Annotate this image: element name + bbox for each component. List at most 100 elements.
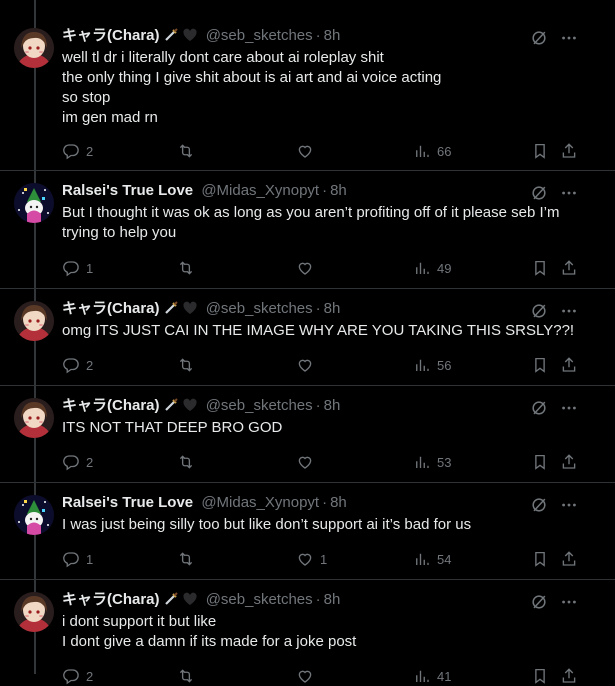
more-options-icon[interactable] <box>559 592 579 612</box>
tweet-top-actions <box>529 495 579 515</box>
grok-icon[interactable] <box>529 183 549 203</box>
like-button[interactable] <box>296 141 320 161</box>
reply-count: 2 <box>86 454 94 470</box>
share-button[interactable] <box>560 452 578 472</box>
reply-icon <box>62 259 80 277</box>
bookmark-button[interactable] <box>531 666 549 686</box>
avatar[interactable] <box>14 301 54 341</box>
share-button[interactable] <box>560 258 578 278</box>
reply-icon <box>62 550 80 568</box>
share-button[interactable] <box>560 141 578 161</box>
more-options-icon[interactable] <box>559 183 579 203</box>
timestamp[interactable]: 8h <box>324 27 341 44</box>
reply-count: 2 <box>86 668 94 684</box>
display-name[interactable]: Ralsei's True Love <box>62 494 193 511</box>
avatar[interactable] <box>14 28 54 68</box>
bookmark-icon <box>531 356 549 374</box>
views-button[interactable]: 41 <box>413 666 451 686</box>
share-icon <box>560 142 578 160</box>
bookmark-button[interactable] <box>531 141 549 161</box>
avatar[interactable] <box>14 398 54 438</box>
avatar[interactable] <box>14 183 54 223</box>
like-button[interactable] <box>296 452 320 472</box>
views-button[interactable]: 53 <box>413 452 451 472</box>
repost-icon <box>177 142 195 160</box>
tweet-top-actions <box>529 592 579 612</box>
black-heart-emoji-icon <box>182 398 197 411</box>
views-button[interactable]: 54 <box>413 549 451 569</box>
bookmark-button[interactable] <box>531 355 549 375</box>
user-handle[interactable]: @seb_sketches <box>206 397 313 414</box>
share-button[interactable] <box>560 666 578 686</box>
grok-icon[interactable] <box>529 28 549 48</box>
separator-dot: · <box>322 494 328 511</box>
reply-button[interactable]: 1 <box>62 549 93 569</box>
share-button[interactable] <box>560 355 578 375</box>
more-options-icon[interactable] <box>559 398 579 418</box>
more-options-icon[interactable] <box>559 301 579 321</box>
reply-button[interactable]: 2 <box>62 141 93 161</box>
display-name[interactable]: Ralsei's True Love <box>62 182 193 199</box>
display-name[interactable]: キャラ(Chara) <box>62 300 160 317</box>
repost-button[interactable] <box>177 355 201 375</box>
heart-icon <box>296 550 314 568</box>
avatar[interactable] <box>14 495 54 535</box>
heart-icon <box>296 142 314 160</box>
display-name[interactable]: キャラ(Chara) <box>62 397 160 414</box>
timestamp[interactable]: 8h <box>330 494 347 511</box>
reply-button[interactable]: 2 <box>62 666 93 686</box>
grok-icon[interactable] <box>529 592 549 612</box>
bookmark-button[interactable] <box>531 258 549 278</box>
user-handle[interactable]: @seb_sketches <box>206 591 313 608</box>
grok-icon[interactable] <box>529 495 549 515</box>
avatar[interactable] <box>14 592 54 632</box>
view-count: 66 <box>437 143 452 159</box>
reply-icon <box>62 667 80 685</box>
more-options-icon[interactable] <box>559 495 579 515</box>
black-heart-emoji-icon <box>182 592 197 605</box>
user-handle[interactable]: @Midas_Xynopyt <box>201 494 319 511</box>
display-name[interactable]: キャラ(Chara) <box>62 27 160 44</box>
user-handle[interactable]: @seb_sketches <box>206 27 313 44</box>
timestamp[interactable]: 8h <box>324 397 341 414</box>
views-button[interactable]: 66 <box>413 141 451 161</box>
views-button[interactable]: 49 <box>413 258 451 278</box>
like-button[interactable] <box>296 666 320 686</box>
timestamp[interactable]: 8h <box>330 182 347 199</box>
view-count: 49 <box>437 260 452 276</box>
user-handle[interactable]: @Midas_Xynopyt <box>201 182 319 199</box>
repost-button[interactable] <box>177 258 201 278</box>
bookmark-button[interactable] <box>531 452 549 472</box>
tweet-text: well tl dr i literally dont care about a… <box>62 48 602 128</box>
grok-icon[interactable] <box>529 398 549 418</box>
repost-button[interactable] <box>177 666 201 686</box>
timestamp[interactable]: 8h <box>324 591 341 608</box>
bookmark-button[interactable] <box>531 549 549 569</box>
repost-button[interactable] <box>177 549 201 569</box>
share-button[interactable] <box>560 549 578 569</box>
grok-icon[interactable] <box>529 301 549 321</box>
tweet-text-line: well tl dr i literally dont care about a… <box>62 49 384 66</box>
tweet-text: omg ITS JUST CAI IN THE IMAGE WHY ARE YO… <box>62 321 602 341</box>
repost-button[interactable] <box>177 141 201 161</box>
reply-button[interactable]: 2 <box>62 355 93 375</box>
like-button[interactable] <box>296 258 320 278</box>
display-name[interactable]: キャラ(Chara) <box>62 591 160 608</box>
like-button[interactable]: 1 <box>296 549 327 569</box>
user-handle[interactable]: @seb_sketches <box>206 300 313 317</box>
views-button[interactable]: 56 <box>413 355 451 375</box>
tweet-text-line: im gen mad rn <box>62 109 158 126</box>
repost-button[interactable] <box>177 452 201 472</box>
bookmark-icon <box>531 259 549 277</box>
views-chart-icon <box>413 356 431 374</box>
tweet-action-bar: 2 56 <box>62 355 592 375</box>
timestamp[interactable]: 8h <box>324 300 341 317</box>
more-options-icon[interactable] <box>559 28 579 48</box>
tweet-header: キャラ(Chara) @seb_sketches · 8h <box>62 26 555 46</box>
reply-button[interactable]: 1 <box>62 258 93 278</box>
like-button[interactable] <box>296 355 320 375</box>
tweet-text-line: i dont support it but like <box>62 613 217 630</box>
separator-dot: · <box>322 182 328 199</box>
reply-button[interactable]: 2 <box>62 452 93 472</box>
repost-icon <box>177 259 195 277</box>
